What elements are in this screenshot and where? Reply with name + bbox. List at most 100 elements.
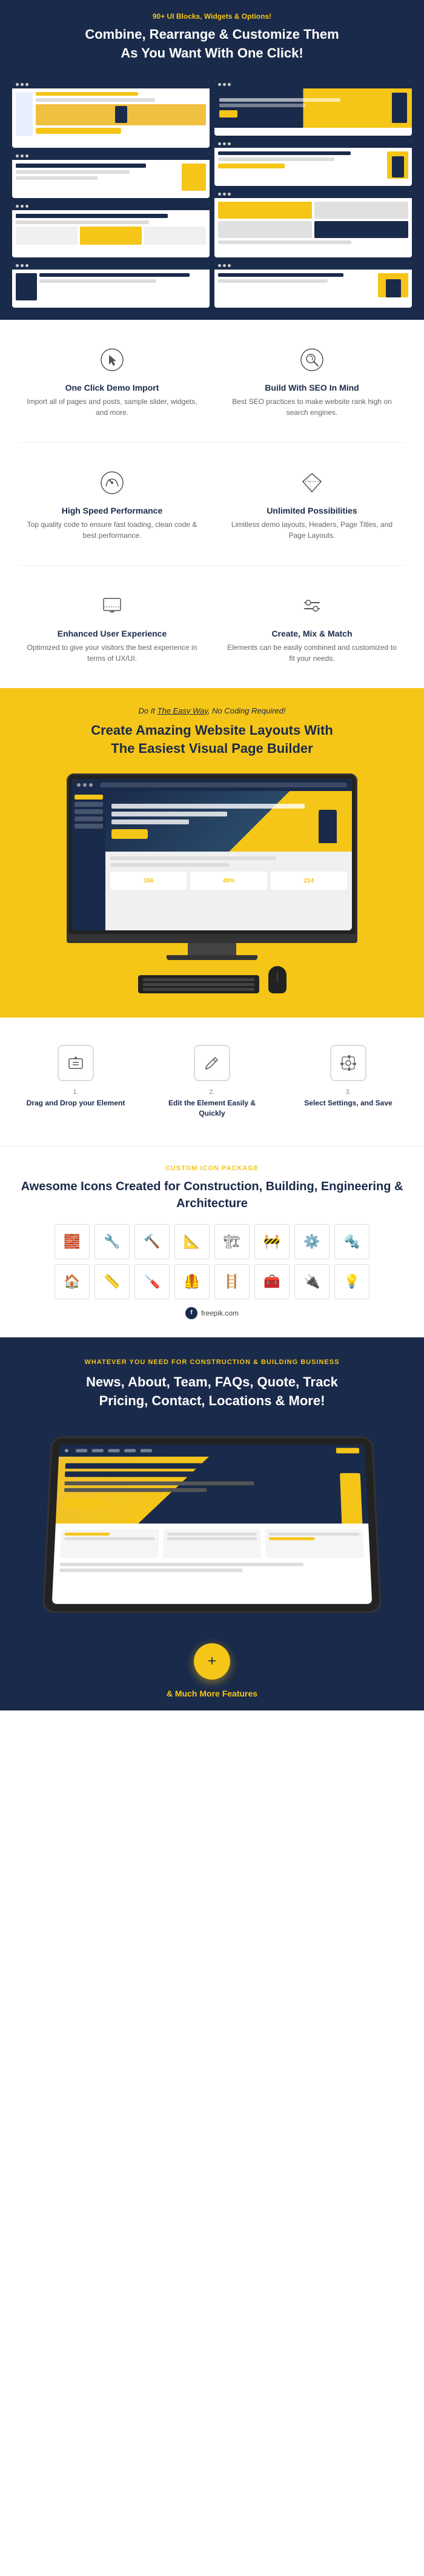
screenshot-left-col — [12, 81, 210, 308]
tablet-nav-link-4 — [124, 1449, 136, 1452]
freepik-label: freepik.com — [201, 1309, 239, 1317]
monitor: 356 48% 214 — [67, 773, 357, 960]
tablet-worker-figure — [340, 1473, 362, 1523]
header-section: 90+ UI Blocks, Widgets & Options! Combin… — [0, 0, 424, 72]
monitor-sidebar-item-4 — [75, 816, 103, 821]
tablet-card-3 — [265, 1529, 364, 1558]
feature-unlimited: Unlimited Possibilities Limitless demo l… — [218, 461, 406, 547]
feature-seo-desc: Best SEO practices to make website rank … — [224, 396, 400, 418]
keyboard-row-2 — [143, 983, 254, 986]
monitor-sidebar-item-5 — [75, 824, 103, 829]
screenshot-item-8 — [214, 262, 412, 308]
icons-package-label: Custom Icon Package — [12, 1165, 412, 1172]
features-grid: One Click Demo Import Import all of page… — [18, 338, 406, 670]
step-3: 3. Select Settings, and Save — [285, 1036, 412, 1128]
feature-performance-desc: Top quality code to ensure fast loading,… — [24, 519, 200, 541]
icon-ladder: 🪜 — [214, 1264, 250, 1299]
header-title: Combine, Rearrange & Customize Them As Y… — [18, 25, 406, 63]
icons-section: Custom Icon Package Awesome Icons Create… — [0, 1146, 424, 1337]
tablet-nav — [59, 1445, 365, 1457]
tablet-hero-line-4 — [64, 1488, 207, 1492]
monitor-header-bar — [72, 779, 352, 791]
step-1-number: 1. — [18, 1088, 133, 1096]
tablet-hero-line-3 — [64, 1482, 254, 1485]
tablet-nav-link-1 — [76, 1449, 87, 1452]
cursor-icon — [96, 344, 128, 376]
tablet-hero-line-2 — [65, 1472, 207, 1477]
monitor-stat-num-1: 356 — [144, 878, 154, 884]
step-3-number: 3. — [291, 1088, 406, 1096]
dark-section: Whatever You Need For Construction & Bui… — [0, 1337, 424, 1632]
screenshot-item-7 — [214, 191, 412, 257]
screenshot-item-5 — [214, 81, 412, 136]
monitor-hero-line-2 — [111, 812, 227, 816]
monitor-content-bar-2 — [110, 863, 229, 867]
icons-row-1: 🧱 🔧 🔨 📐 🏗 🚧 ⚙️ 🔩 — [12, 1224, 412, 1259]
feature-unlimited-desc: Limitless demo layouts, Headers, Page Ti… — [224, 519, 400, 541]
tablet-card-2-bar-1 — [167, 1533, 257, 1536]
monitor-hero-btn — [111, 829, 148, 839]
feature-mix: Create, Mix & Match Elements can be easi… — [218, 584, 406, 670]
tablet-nav-link-2 — [92, 1449, 104, 1452]
icon-wrench: 🔧 — [94, 1224, 130, 1259]
freepik-badge: f freepik.com — [185, 1307, 239, 1319]
feature-performance-title: High Speed Performance — [24, 506, 200, 515]
feature-ux: Enhanced User Experience Optimized to gi… — [18, 584, 206, 670]
icon-vest: 🦺 — [174, 1264, 210, 1299]
screenshot-grid — [0, 72, 424, 320]
header-title-line2: As You Want With One Click! — [121, 45, 303, 61]
steps-grid: 1. Drag and Drop your Element 2. Edit th… — [12, 1036, 412, 1128]
more-circle-btn[interactable]: + — [194, 1643, 230, 1680]
features-section: One Click Demo Import Import all of page… — [0, 320, 424, 688]
monitor-foot — [167, 955, 257, 960]
screenshot-right-col — [214, 81, 412, 308]
monitor-base — [67, 936, 357, 943]
icon-bolt: 🔩 — [334, 1224, 369, 1259]
tablet-hero — [56, 1457, 368, 1524]
monitor-stand — [188, 943, 236, 955]
ux-icon — [96, 590, 128, 621]
steps-section: 1. Drag and Drop your Element 2. Edit th… — [0, 1018, 424, 1146]
step-1-title: Drag and Drop your Element — [18, 1098, 133, 1108]
monitor-screen: 356 48% 214 — [67, 773, 357, 936]
mix-icon — [296, 590, 328, 621]
tablet-card-3-bar-2 — [269, 1537, 314, 1540]
keyboard-row-1 — [143, 978, 254, 981]
tablet-nav-btn — [336, 1448, 359, 1454]
monitor-mockup: 356 48% 214 — [12, 773, 412, 960]
monitor-sidebar — [72, 791, 105, 930]
seo-icon — [296, 344, 328, 376]
tablet-mockup-wrap — [6, 1425, 418, 1613]
icon-hammer: 🔨 — [134, 1224, 170, 1259]
step-1: 1. Drag and Drop your Element — [12, 1036, 139, 1128]
icon-bulb: 💡 — [334, 1264, 369, 1299]
feature-unlimited-title: Unlimited Possibilities — [224, 506, 400, 515]
settings-icon — [330, 1045, 366, 1081]
tablet-nav-logo — [65, 1449, 68, 1452]
dark-title-line1: News, About, Team, FAQs, Quote, Track — [86, 1374, 338, 1389]
tablet-nav-links — [76, 1449, 152, 1452]
mouse-mockup — [268, 966, 287, 993]
dark-section-label: Whatever You Need For Construction & Bui… — [18, 1359, 406, 1366]
monitor-sidebar-item-2 — [75, 802, 103, 807]
tablet — [42, 1437, 382, 1613]
header-title-line1: Combine, Rearrange & Customize Them — [85, 27, 339, 42]
feature-performance: High Speed Performance Top quality code … — [18, 461, 206, 547]
speed-icon — [96, 467, 128, 498]
cta-title-line2: The Easiest Visual Page Builder — [111, 741, 313, 756]
monitor-content-bar-1 — [110, 856, 276, 860]
tablet-nav-link-5 — [141, 1449, 152, 1452]
header-top-label: 90+ UI Blocks, Widgets & Options! — [18, 12, 406, 21]
tablet-card-3-bar-1 — [269, 1533, 359, 1536]
tablet-card-2 — [163, 1529, 261, 1558]
keyboard-row-3 — [143, 988, 254, 991]
monitor-stat-num-3: 214 — [303, 878, 314, 884]
tablet-card-1 — [60, 1529, 159, 1558]
icon-construction: 🚧 — [254, 1224, 290, 1259]
monitor-stat-2: 48% — [190, 872, 267, 890]
tablet-nav-link-3 — [108, 1449, 119, 1452]
icon-brick: 🧱 — [55, 1224, 90, 1259]
tablet-card-2-bar-2 — [167, 1537, 257, 1540]
tablet-hero-line-1 — [65, 1463, 277, 1469]
feature-seo-title: Build With SEO In Mind — [224, 383, 400, 392]
